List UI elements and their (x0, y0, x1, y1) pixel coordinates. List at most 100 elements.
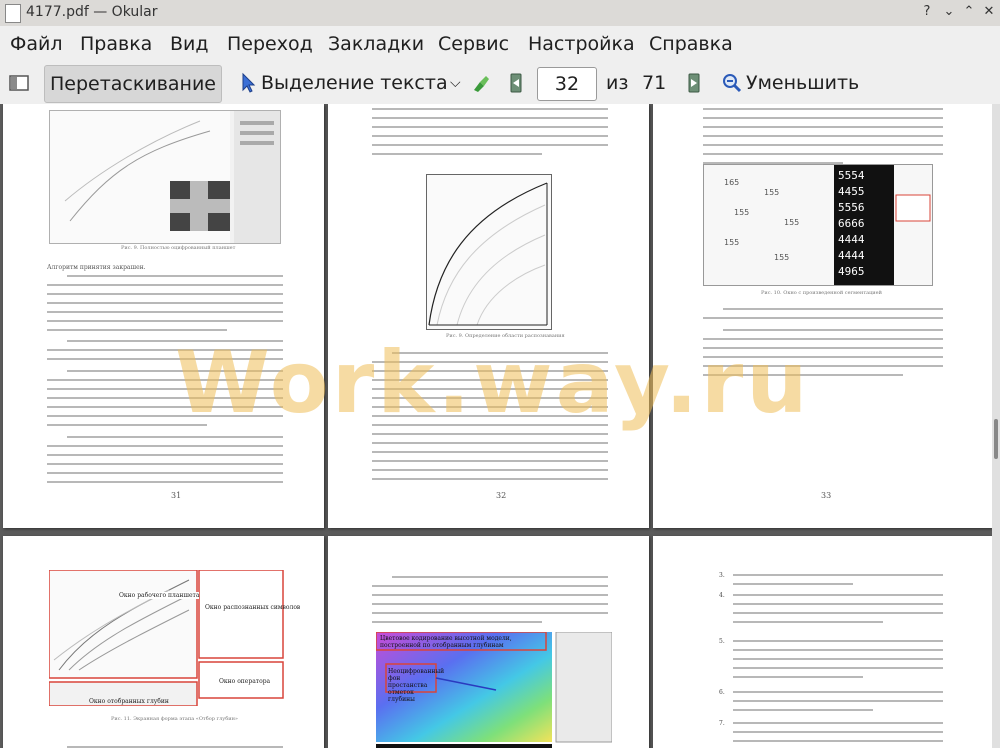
text-line (47, 481, 283, 483)
figure-label: Цветовое кодирование высотной модели, по… (380, 635, 512, 649)
page-number: 32 (496, 491, 507, 500)
text-selection-tool-button[interactable]: Выделение текста (261, 65, 448, 101)
text-line (372, 451, 608, 453)
figure-caption: Рис. 9. Полностью оцифрованный планшет (121, 245, 236, 251)
text-line (372, 585, 608, 587)
page-number-input[interactable]: 32 (537, 67, 597, 101)
figure-caption: Рис. 11. Экранная форма этапа «Отбор глу… (111, 716, 238, 722)
figure-label: Окно рабочего планшета (119, 592, 200, 599)
help-icon[interactable]: ? (918, 3, 936, 21)
svg-text:5554: 5554 (838, 169, 865, 182)
scrollbar-thumb[interactable] (994, 419, 998, 459)
highlighter-icon[interactable] (470, 72, 492, 94)
list-number: 3. (719, 572, 725, 579)
text-line (372, 460, 608, 462)
svg-text:4455: 4455 (838, 185, 865, 198)
next-page-icon[interactable] (683, 72, 705, 94)
text-line: Алгоритм принятия закрашен. (47, 264, 146, 271)
list-number: 4. (719, 592, 725, 599)
figure-label: Окно распознанных символов (205, 604, 301, 611)
figure-contour (426, 174, 552, 330)
vertical-scrollbar[interactable] (992, 104, 1000, 748)
text-line (733, 574, 943, 576)
svg-text:4444: 4444 (838, 249, 865, 262)
text-line (733, 676, 863, 678)
close-icon[interactable]: ✕ (980, 3, 998, 21)
page-35: Цветовое кодирование высотной модели, по… (328, 536, 649, 748)
menu-tools[interactable]: Сервис (438, 33, 509, 55)
text-line (733, 700, 943, 702)
text-line (47, 454, 283, 456)
text-line (47, 329, 227, 331)
svg-text:155: 155 (724, 238, 739, 247)
text-line (47, 320, 283, 322)
zoom-out-button[interactable]: Уменьшить (746, 65, 859, 101)
figure-label: Окно отобранных глубин (89, 698, 169, 705)
menu-settings[interactable]: Настройка (528, 33, 635, 55)
text-line (723, 308, 943, 310)
page-31: Рис. 9. Полностью оцифрованный планшет А… (3, 104, 324, 528)
zoom-out-icon[interactable] (721, 72, 743, 94)
browse-tool-button[interactable]: Перетаскивание (44, 65, 222, 103)
text-line (733, 691, 943, 693)
text-line (372, 612, 608, 614)
page-33: 5554 4455 5556 6666 4444 4444 4965 165 1… (653, 104, 992, 528)
minimize-icon[interactable]: ⌄ (940, 3, 958, 21)
list-number: 6. (719, 689, 725, 696)
text-line (733, 658, 943, 660)
text-line (703, 317, 943, 319)
text-line (372, 144, 608, 146)
page-of-label: из (606, 72, 629, 94)
text-line (47, 472, 283, 474)
text-line (372, 433, 608, 435)
text-line (733, 594, 943, 596)
text-line (47, 284, 283, 286)
maximize-icon[interactable]: ⌃ (960, 3, 978, 21)
svg-text:4444: 4444 (838, 233, 865, 246)
page-36: 3. 4. 5. 6. 7. (653, 536, 992, 748)
chevron-down-icon[interactable]: ⌵ (450, 65, 461, 101)
svg-text:155: 155 (734, 208, 749, 217)
text-line (733, 649, 943, 651)
text-line (67, 436, 283, 438)
text-line (47, 293, 283, 295)
figure-depth-model: Цветовое кодирование высотной модели, по… (375, 631, 613, 748)
text-line (703, 126, 943, 128)
text-line (67, 275, 283, 277)
text-line (733, 740, 943, 742)
figure-label: Окно оператора (219, 678, 271, 685)
menu-go[interactable]: Переход (227, 33, 313, 55)
svg-text:155: 155 (784, 218, 799, 227)
text-line (372, 117, 608, 119)
text-line (733, 621, 883, 623)
previous-page-icon[interactable] (505, 72, 527, 94)
text-line (372, 478, 608, 480)
menu-view[interactable]: Вид (170, 33, 209, 55)
figure-segmentation: 5554 4455 5556 6666 4444 4444 4965 165 1… (703, 164, 933, 286)
figure-screenshot (49, 110, 281, 244)
window-title: 4177.pdf — Okular (26, 4, 158, 20)
page-32: Рис. 9. Определение области распознавани… (328, 104, 649, 528)
sidebar-toggle-icon[interactable] (8, 72, 30, 94)
menu-bookmarks[interactable]: Закладки (328, 33, 424, 55)
text-line (372, 442, 608, 444)
menu-bar: Файл Правка Вид Переход Закладки Сервис … (0, 26, 1000, 62)
menu-edit[interactable]: Правка (80, 33, 152, 55)
text-line (372, 469, 608, 471)
watermark: Work.way.ru (175, 333, 811, 433)
svg-text:155: 155 (764, 188, 779, 197)
text-line (733, 709, 873, 711)
main-toolbar: Перетаскивание Выделение текста ⌵ 32 из … (0, 62, 1000, 105)
text-cursor-icon (242, 72, 256, 93)
text-line (47, 302, 283, 304)
text-line (723, 329, 943, 331)
page-number: 33 (821, 491, 832, 500)
text-line (733, 731, 943, 733)
text-line (703, 117, 943, 119)
svg-text:155: 155 (774, 253, 789, 262)
menu-help[interactable]: Справка (649, 33, 733, 55)
title-bar: 4177.pdf — Okular ? ⌄ ⌃ ✕ (0, 0, 1000, 27)
menu-file[interactable]: Файл (10, 33, 63, 55)
text-line (47, 463, 283, 465)
svg-text:165: 165 (724, 178, 739, 187)
